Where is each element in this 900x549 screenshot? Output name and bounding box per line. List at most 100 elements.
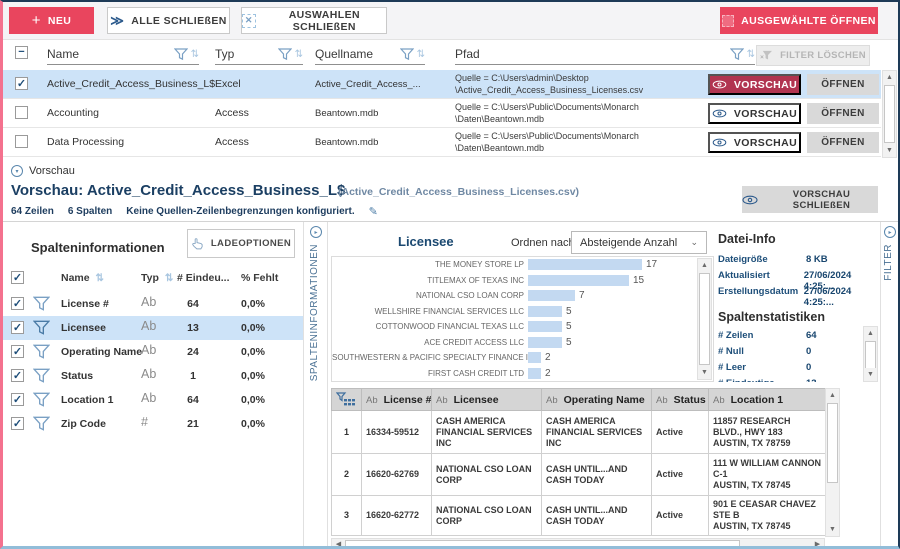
column-checkbox[interactable] [11, 417, 24, 430]
column-checkbox[interactable] [11, 393, 24, 406]
filter-icon[interactable] [33, 344, 50, 360]
filter-icon[interactable] [33, 320, 50, 336]
column-info-collapse-strip[interactable]: ▸ SPALTENINFORMATIONEN [305, 222, 328, 546]
new-button[interactable]: + NEU [9, 7, 94, 34]
scroll-down-arrow[interactable]: ▼ [883, 144, 896, 157]
column-header-name[interactable]: Name ⇅ [47, 44, 199, 65]
filter-icon[interactable] [33, 368, 50, 384]
collapse-circle-icon[interactable]: ▸ [310, 226, 322, 238]
sort-icon[interactable]: ⇅ [96, 273, 104, 284]
clear-filter-button[interactable]: × FILTER LÖSCHEN [756, 45, 870, 66]
select-all-checkbox[interactable] [15, 46, 28, 59]
sort-order-dropdown[interactable]: Absteigende Anzahl ⌄ [571, 231, 707, 254]
column-row-status[interactable]: Status Ab 1 0,0% [3, 364, 303, 388]
filter-icon[interactable] [33, 416, 50, 432]
grid-header-license[interactable]: AbLicense # [362, 389, 432, 411]
open-button[interactable]: ÖFFNEN [807, 74, 879, 95]
bar[interactable] [528, 337, 562, 348]
grid-header-licensee[interactable]: AbLicensee [432, 389, 542, 411]
column-row-license[interactable]: License # Ab 64 0,0% [3, 292, 303, 316]
column-header-source[interactable]: Quellname ⇅ [315, 44, 425, 65]
grid-vertical-scrollbar[interactable]: ▲ ▼ [825, 388, 840, 537]
grid-horizontal-scrollbar[interactable]: ◀ ▶ [331, 538, 825, 549]
sort-icon[interactable]: ⇅ [191, 49, 199, 60]
row-checkbox[interactable] [15, 77, 28, 90]
scroll-down-arrow[interactable]: ▼ [698, 366, 711, 379]
bar[interactable] [528, 259, 642, 270]
preview-section-toggle[interactable]: ▾ Vorschau [11, 165, 75, 177]
header-type[interactable]: Typ ⇅ [141, 272, 173, 284]
grid-row[interactable]: 2 16620-62769 NATIONAL CSO LOAN CORP CAS… [332, 454, 826, 496]
column-row-zip-code[interactable]: Zip Code # 21 0,0% [3, 412, 303, 436]
bar[interactable] [528, 290, 575, 301]
scroll-down-arrow[interactable]: ▼ [864, 368, 877, 381]
bar-row[interactable]: SOUTHWESTERN & PACIFIC SPECIALTY FINANCE… [332, 350, 713, 366]
grid-filter-corner[interactable] [332, 389, 362, 411]
scroll-thumb[interactable] [865, 341, 876, 369]
stats-scrollbar[interactable]: ▲ ▼ [863, 326, 878, 382]
grid-row[interactable]: 1 16334-59512 CASH AMERICA FINANCIAL SER… [332, 411, 826, 454]
sort-icon[interactable]: ⇅ [165, 273, 173, 284]
collapse-circle-icon[interactable]: ▸ [884, 226, 896, 238]
header-missing[interactable]: % Fehlt [241, 272, 278, 284]
bar[interactable] [528, 275, 629, 286]
open-button[interactable]: ÖFFNEN [807, 132, 879, 153]
sort-icon[interactable]: ⇅ [747, 49, 755, 60]
collapse-circle-icon[interactable]: ▾ [11, 165, 23, 177]
filter-icon[interactable] [730, 48, 744, 61]
column-checkbox[interactable] [11, 321, 24, 334]
scroll-thumb[interactable] [699, 273, 710, 365]
file-row-accounting[interactable]: Accounting Access Beantown.mdb Quelle = … [3, 99, 881, 128]
open-selected-button[interactable]: AUSGEWÄHLTE ÖFFNEN [720, 7, 878, 34]
bar-row[interactable]: WELLSHIRE FINANCIAL SERVICES LLC5 [332, 304, 713, 320]
column-row-operating-name[interactable]: Operating Name Ab 24 0,0% [3, 340, 303, 364]
bar-row[interactable]: THE MONEY STORE LP17 [332, 257, 713, 273]
grid-header-location[interactable]: AbLocation 1 [709, 389, 826, 411]
bar[interactable] [528, 306, 562, 317]
file-row-data-processing[interactable]: Data Processing Access Beantown.mdb Quel… [3, 128, 881, 157]
column-checkbox[interactable] [11, 369, 24, 382]
open-button[interactable]: ÖFFNEN [807, 103, 879, 124]
load-options-button[interactable]: LADEOPTIONEN [187, 229, 295, 258]
filter-collapse-strip[interactable]: ▸ FILTER [880, 222, 898, 546]
close-preview-button[interactable]: VORSCHAU SCHLIEßEN [742, 186, 878, 213]
chart-scrollbar[interactable]: ▲ ▼ [697, 258, 712, 380]
header-name[interactable]: Name ⇅ [61, 272, 104, 284]
bar-row[interactable]: NATIONAL CSO LOAN CORP7 [332, 288, 713, 304]
column-row-location[interactable]: Location 1 Ab 64 0,0% [3, 388, 303, 412]
row-checkbox[interactable] [15, 135, 28, 148]
filter-icon[interactable] [33, 296, 50, 312]
bar[interactable] [528, 321, 562, 332]
preview-button[interactable]: VORSCHAU [708, 74, 801, 95]
close-all-button[interactable]: ≫ ALLE SCHLIEßEN [107, 7, 230, 34]
sort-icon[interactable]: ⇅ [295, 49, 303, 60]
scroll-thumb[interactable] [827, 403, 838, 483]
bar-row[interactable]: FIRST CASH CREDIT LTD2 [332, 366, 713, 382]
preview-button[interactable]: VORSCHAU [708, 132, 801, 153]
bar-row[interactable]: TITLEMAX OF TEXAS INC15 [332, 273, 713, 289]
grid-header-operating[interactable]: AbOperating Name [542, 389, 652, 411]
row-checkbox[interactable] [15, 106, 28, 119]
column-header-path[interactable]: Pfad ⇅ [455, 44, 755, 65]
bar-row[interactable]: COTTONWOOD FINANCIAL TEXAS LLC5 [332, 319, 713, 335]
grid-row[interactable]: 3 16620-62772 NATIONAL CSO LOAN CORP CAS… [332, 496, 826, 536]
column-checkbox[interactable] [11, 345, 24, 358]
scroll-up-arrow[interactable]: ▲ [864, 327, 877, 340]
filter-icon[interactable] [278, 48, 292, 61]
column-checkbox[interactable] [11, 297, 24, 310]
filter-icon[interactable] [400, 48, 414, 61]
preview-button[interactable]: VORSCHAU [708, 103, 801, 124]
column-header-type[interactable]: Typ ⇅ [215, 44, 303, 65]
file-row-active-credit[interactable]: Active_Credit_Access_Business_L$ Excel A… [3, 70, 881, 99]
header-unique[interactable]: # Eindeu... [177, 272, 230, 284]
scroll-down-arrow[interactable]: ▼ [826, 523, 839, 536]
scroll-right-arrow[interactable]: ▶ [811, 539, 824, 549]
filter-icon[interactable] [174, 48, 188, 61]
close-selection-button[interactable]: ✕ AUSWAHLEN SCHLIEßEN [241, 7, 387, 34]
file-grid-scrollbar[interactable]: ▲ ▼ [882, 70, 897, 158]
filter-icon[interactable] [33, 392, 50, 408]
sort-icon[interactable]: ⇅ [417, 49, 425, 60]
scroll-thumb[interactable] [884, 85, 895, 143]
bar[interactable] [528, 352, 541, 363]
grid-header-status[interactable]: AbStatus [652, 389, 709, 411]
